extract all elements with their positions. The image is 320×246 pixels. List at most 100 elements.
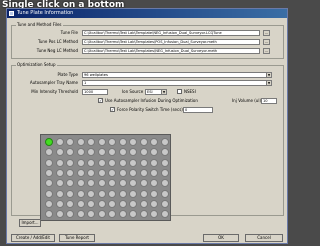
plate-well[interactable]	[139, 199, 148, 208]
plate-well[interactable]	[76, 168, 85, 177]
plate-well[interactable]	[129, 148, 137, 157]
plate-well[interactable]	[160, 148, 169, 157]
ok-button[interactable]: OK	[203, 234, 239, 242]
plate-well[interactable]	[55, 199, 64, 208]
plate-well[interactable]	[55, 179, 64, 188]
plate-well[interactable]	[150, 210, 158, 219]
polarity-checkbox[interactable]: ✓	[110, 107, 115, 112]
plate-well[interactable]	[129, 179, 137, 188]
plate-well[interactable]	[108, 199, 116, 208]
plate-well[interactable]	[97, 189, 106, 198]
plate-well[interactable]	[97, 199, 106, 208]
plate-well[interactable]	[139, 210, 148, 219]
plate-well[interactable]	[55, 210, 64, 219]
plate-well[interactable]	[108, 179, 116, 188]
plate-well[interactable]	[118, 168, 127, 177]
plate-well[interactable]	[139, 179, 148, 188]
tune-neg-browse-button[interactable]: ...	[263, 48, 270, 54]
plate-well[interactable]	[55, 148, 64, 157]
plate-well[interactable]	[55, 138, 64, 146]
plate-well[interactable]	[97, 210, 106, 219]
tune-neg-field[interactable]: C:\Xcalibur\Thermo\Test Lab\Templates\NE…	[82, 48, 260, 54]
plate-well[interactable]	[160, 168, 169, 177]
plate-well[interactable]	[97, 168, 106, 177]
plate-well[interactable]	[108, 138, 116, 146]
plate-well[interactable]	[160, 138, 169, 146]
plate-well[interactable]	[129, 210, 137, 219]
plate-well[interactable]	[139, 148, 148, 157]
tune-pos-field[interactable]: C:\Xcalibur\Thermo\Test Lab\Templates\PO…	[82, 39, 260, 45]
plate-well[interactable]	[129, 199, 137, 208]
tune-report-button[interactable]: Tune Report	[59, 234, 95, 242]
plate-well[interactable]	[87, 158, 95, 167]
plate-well[interactable]	[66, 158, 74, 167]
plate-well[interactable]	[139, 158, 148, 167]
plate-well[interactable]	[108, 189, 116, 198]
import-button[interactable]: Import...	[19, 219, 41, 227]
plate-well[interactable]	[150, 189, 158, 198]
plate-well[interactable]	[76, 138, 85, 146]
plate-well[interactable]	[66, 148, 74, 157]
plate-well[interactable]	[87, 199, 95, 208]
plate-well[interactable]	[87, 179, 95, 188]
plate-well[interactable]	[118, 189, 127, 198]
plate-well[interactable]	[150, 158, 158, 167]
tune-file-field[interactable]: C:\Xcalibur\Thermo\Test Lab\Template\NEG…	[82, 30, 260, 36]
plate-well[interactable]	[150, 199, 158, 208]
plate-well[interactable]	[160, 189, 169, 198]
tune-file-browse-button[interactable]: ...	[263, 30, 270, 36]
plate-well[interactable]	[45, 199, 53, 208]
plate-well[interactable]	[118, 179, 127, 188]
plate-well[interactable]	[97, 148, 106, 157]
create-add-edit-button[interactable]: Create / Add/Edit	[11, 234, 55, 242]
plate-well[interactable]	[76, 158, 85, 167]
plate-well[interactable]	[66, 210, 74, 219]
plate-well[interactable]	[87, 189, 95, 198]
plate-well[interactable]	[108, 168, 116, 177]
plate-well[interactable]	[150, 168, 158, 177]
plate-well[interactable]	[45, 138, 53, 146]
plate-well[interactable]	[97, 179, 106, 188]
plate-well[interactable]	[45, 179, 53, 188]
plate-well[interactable]	[45, 168, 53, 177]
plate-well[interactable]	[118, 199, 127, 208]
plate-well[interactable]	[55, 158, 64, 167]
plate-well[interactable]	[45, 189, 53, 198]
plate-well[interactable]	[129, 189, 137, 198]
plate-well[interactable]	[150, 179, 158, 188]
polarity-field[interactable]: 0	[183, 107, 213, 113]
plate-well[interactable]	[97, 158, 106, 167]
plate-well[interactable]	[76, 210, 85, 219]
plate-well[interactable]	[118, 138, 127, 146]
plate-well[interactable]	[45, 158, 53, 167]
plate-well[interactable]	[160, 179, 169, 188]
plate-well[interactable]	[55, 189, 64, 198]
plate-well[interactable]	[45, 210, 53, 219]
cancel-button[interactable]: Cancel	[245, 234, 283, 242]
plate-type-dropdown[interactable]: 96 wellplates ▼	[82, 72, 272, 78]
plate-well[interactable]	[66, 179, 74, 188]
plate-well[interactable]	[66, 189, 74, 198]
plate-well[interactable]	[108, 158, 116, 167]
nsesi-checkbox[interactable]	[177, 89, 182, 94]
inj-volume-field[interactable]: 10	[261, 98, 277, 104]
plate-well[interactable]	[108, 210, 116, 219]
plate-well[interactable]	[66, 168, 74, 177]
plate-well[interactable]	[118, 148, 127, 157]
plate-well[interactable]	[76, 189, 85, 198]
plate-well[interactable]	[139, 168, 148, 177]
plate-well[interactable]	[76, 199, 85, 208]
plate-well[interactable]	[87, 138, 95, 146]
plate-well[interactable]	[160, 199, 169, 208]
plate-well[interactable]	[55, 168, 64, 177]
ion-source-dropdown[interactable]: ESI ▼	[145, 89, 167, 95]
plate-well[interactable]	[76, 148, 85, 157]
plate-well[interactable]	[139, 189, 148, 198]
plate-well[interactable]	[129, 158, 137, 167]
plate-well[interactable]	[129, 168, 137, 177]
plate-well[interactable]	[97, 138, 106, 146]
plate-well[interactable]	[87, 210, 95, 219]
plate-well[interactable]	[66, 199, 74, 208]
plate-well[interactable]	[118, 210, 127, 219]
tune-pos-browse-button[interactable]: ...	[263, 39, 270, 45]
